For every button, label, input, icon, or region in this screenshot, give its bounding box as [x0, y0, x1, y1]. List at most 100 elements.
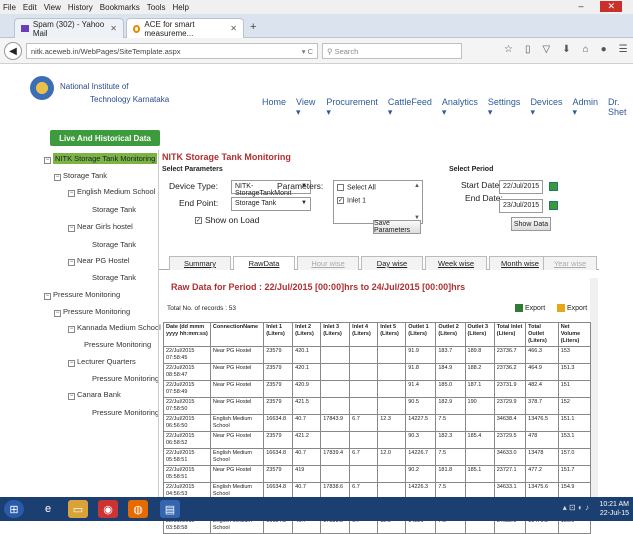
- tree-node[interactable]: − Lecturer Quarters: [68, 357, 136, 367]
- clock[interactable]: 10:21 AM 22-Jul-15: [599, 500, 629, 518]
- tree-node[interactable]: − Storage Tank: [54, 171, 107, 181]
- parameters-list[interactable]: Select All ✓ Inlet 1 ▲ ▼: [333, 180, 423, 224]
- collapse-icon[interactable]: −: [54, 310, 61, 317]
- collapse-icon[interactable]: −: [68, 259, 75, 266]
- menu-file[interactable]: File: [3, 3, 16, 12]
- close-tab-icon[interactable]: ✕: [230, 24, 237, 33]
- home-icon[interactable]: ⌂: [583, 44, 589, 55]
- nav-user[interactable]: Dr. Shet: [608, 97, 633, 118]
- vertical-scrollbar[interactable]: [590, 278, 598, 510]
- system-tray[interactable]: ▴ ⊡ ◐ ♪: [563, 503, 589, 512]
- nav-procurement[interactable]: Procurement ▾: [326, 97, 378, 118]
- live-historical-data-button[interactable]: Live And Historical Data: [50, 130, 160, 146]
- tree-node-label: Storage Tank: [63, 171, 108, 180]
- url-field[interactable]: nitk.aceweb.in/WebPages/SiteTemplate.asp…: [26, 43, 318, 59]
- collapse-icon[interactable]: −: [44, 293, 51, 300]
- tree-node[interactable]: − Canara Bank: [68, 390, 121, 400]
- scroll-up-icon[interactable]: ▲: [414, 183, 420, 189]
- tab-hour-wise[interactable]: Hour wise: [297, 256, 359, 270]
- collapse-icon[interactable]: −: [44, 157, 51, 164]
- tree-node[interactable]: − Pressure Monitoring: [44, 290, 120, 300]
- checkbox-checked-icon[interactable]: ✓: [337, 197, 344, 205]
- tree-node[interactable]: Storage Tank: [92, 205, 136, 214]
- clipboard-icon[interactable]: ▯: [525, 44, 531, 55]
- save-parameters-button[interactable]: Save Parameters: [373, 220, 421, 234]
- collapse-icon[interactable]: −: [68, 326, 75, 333]
- tab-summary[interactable]: Summary: [169, 256, 231, 270]
- param-option-inlet1[interactable]: ✓ Inlet 1: [334, 194, 422, 207]
- tree-node[interactable]: Pressure Monitoring: [92, 408, 159, 417]
- export-pdf-button[interactable]: Export: [557, 304, 587, 312]
- tab-day-wise[interactable]: Day wise: [361, 256, 423, 270]
- checkbox-checked-icon[interactable]: ✓: [195, 217, 202, 225]
- nav-settings[interactable]: Settings ▾: [488, 97, 521, 118]
- tree-node[interactable]: Storage Tank: [92, 273, 136, 282]
- calendar-icon[interactable]: [549, 182, 558, 191]
- collapse-icon[interactable]: −: [68, 360, 75, 367]
- collapse-icon[interactable]: −: [68, 393, 75, 400]
- tab-year-wise[interactable]: Year wise: [543, 256, 597, 270]
- bookmark-star-icon[interactable]: ☆: [504, 44, 513, 55]
- tree-node[interactable]: Pressure Monitoring: [92, 374, 159, 383]
- calendar-icon[interactable]: [549, 201, 558, 210]
- start-date-input[interactable]: 22/Jul/2015: [499, 180, 543, 194]
- close-tab-icon[interactable]: ✕: [110, 24, 117, 33]
- tree-node[interactable]: − English Medium School: [68, 187, 155, 197]
- start-button[interactable]: ⊞: [4, 500, 24, 518]
- firefox-icon[interactable]: ◍: [128, 500, 148, 518]
- table-cell: [320, 397, 351, 415]
- menu-bookmarks[interactable]: Bookmarks: [100, 3, 140, 12]
- tree-node[interactable]: − Near Girls hostel: [68, 222, 133, 232]
- tab-month-wise[interactable]: Month wise: [489, 256, 551, 270]
- nav-admin[interactable]: Admin ▾: [572, 97, 598, 118]
- end-date-input[interactable]: 23/Jul/2015: [499, 199, 543, 213]
- pocket-icon[interactable]: ▽: [542, 44, 550, 55]
- show-data-button[interactable]: Show Data: [511, 217, 551, 231]
- nav-cattlefeed[interactable]: CattleFeed ▾: [388, 97, 432, 118]
- addon-icon[interactable]: ●: [601, 44, 607, 55]
- menu-help[interactable]: Help: [172, 3, 188, 12]
- collapse-icon[interactable]: −: [68, 190, 75, 197]
- param-option-select-all[interactable]: Select All: [334, 181, 422, 194]
- tree-node-root[interactable]: − NITK Storage Tank Monitoring: [44, 153, 158, 164]
- collapse-icon[interactable]: −: [68, 225, 75, 232]
- back-button[interactable]: ◀: [4, 42, 22, 60]
- tab-rawdata[interactable]: RawData: [233, 256, 295, 270]
- table-cell: 464.9: [525, 363, 559, 381]
- tree-node[interactable]: Storage Tank: [92, 240, 136, 249]
- chrome-icon[interactable]: ◉: [98, 500, 118, 518]
- tab-week-wise[interactable]: Week wise: [425, 256, 487, 270]
- tree-node[interactable]: − Near PG Hostel: [68, 256, 130, 266]
- table-cell: 466.3: [525, 346, 559, 364]
- tree-node[interactable]: − Kannada Medium School: [68, 323, 161, 333]
- nav-analytics[interactable]: Analytics ▾: [442, 97, 478, 118]
- app-icon[interactable]: ▤: [160, 500, 180, 518]
- table-cell: 90.3: [405, 431, 437, 449]
- browser-tab-ace[interactable]: ACE for smart measureme... ✕: [126, 18, 244, 38]
- menu-tools[interactable]: Tools: [147, 3, 166, 12]
- tree-node[interactable]: − Pressure Monitoring: [54, 307, 130, 317]
- export-excel-button[interactable]: Export: [515, 304, 545, 312]
- show-on-load-option[interactable]: ✓ Show on Load: [195, 215, 259, 225]
- reload-icon[interactable]: ▾ C: [302, 47, 313, 56]
- menu-icon[interactable]: ☰: [619, 44, 628, 55]
- menu-edit[interactable]: Edit: [23, 3, 37, 12]
- close-window-button[interactable]: ✕: [600, 1, 622, 12]
- clock-time: 10:21 AM: [599, 501, 629, 508]
- nav-view[interactable]: View ▾: [296, 97, 316, 118]
- search-field[interactable]: ⚲ Search: [322, 43, 462, 59]
- menu-view[interactable]: View: [44, 3, 61, 12]
- download-icon[interactable]: ⬇: [562, 44, 570, 55]
- new-tab-button[interactable]: +: [250, 21, 256, 33]
- collapse-icon[interactable]: −: [54, 174, 61, 181]
- menu-history[interactable]: History: [68, 3, 93, 12]
- checkbox-icon[interactable]: [337, 184, 344, 191]
- nav-devices[interactable]: Devices ▾: [530, 97, 562, 118]
- folder-icon[interactable]: ▭: [68, 500, 88, 518]
- minimize-button[interactable]: –: [578, 1, 583, 12]
- end-point-select[interactable]: Storage Tank ▼: [231, 197, 311, 211]
- browser-tab-yahoo[interactable]: Spam (302) - Yahoo Mail ✕: [14, 18, 124, 38]
- tree-node[interactable]: Pressure Monitoring: [84, 340, 151, 349]
- ie-icon[interactable]: e: [38, 500, 58, 518]
- nav-home[interactable]: Home: [262, 97, 286, 118]
